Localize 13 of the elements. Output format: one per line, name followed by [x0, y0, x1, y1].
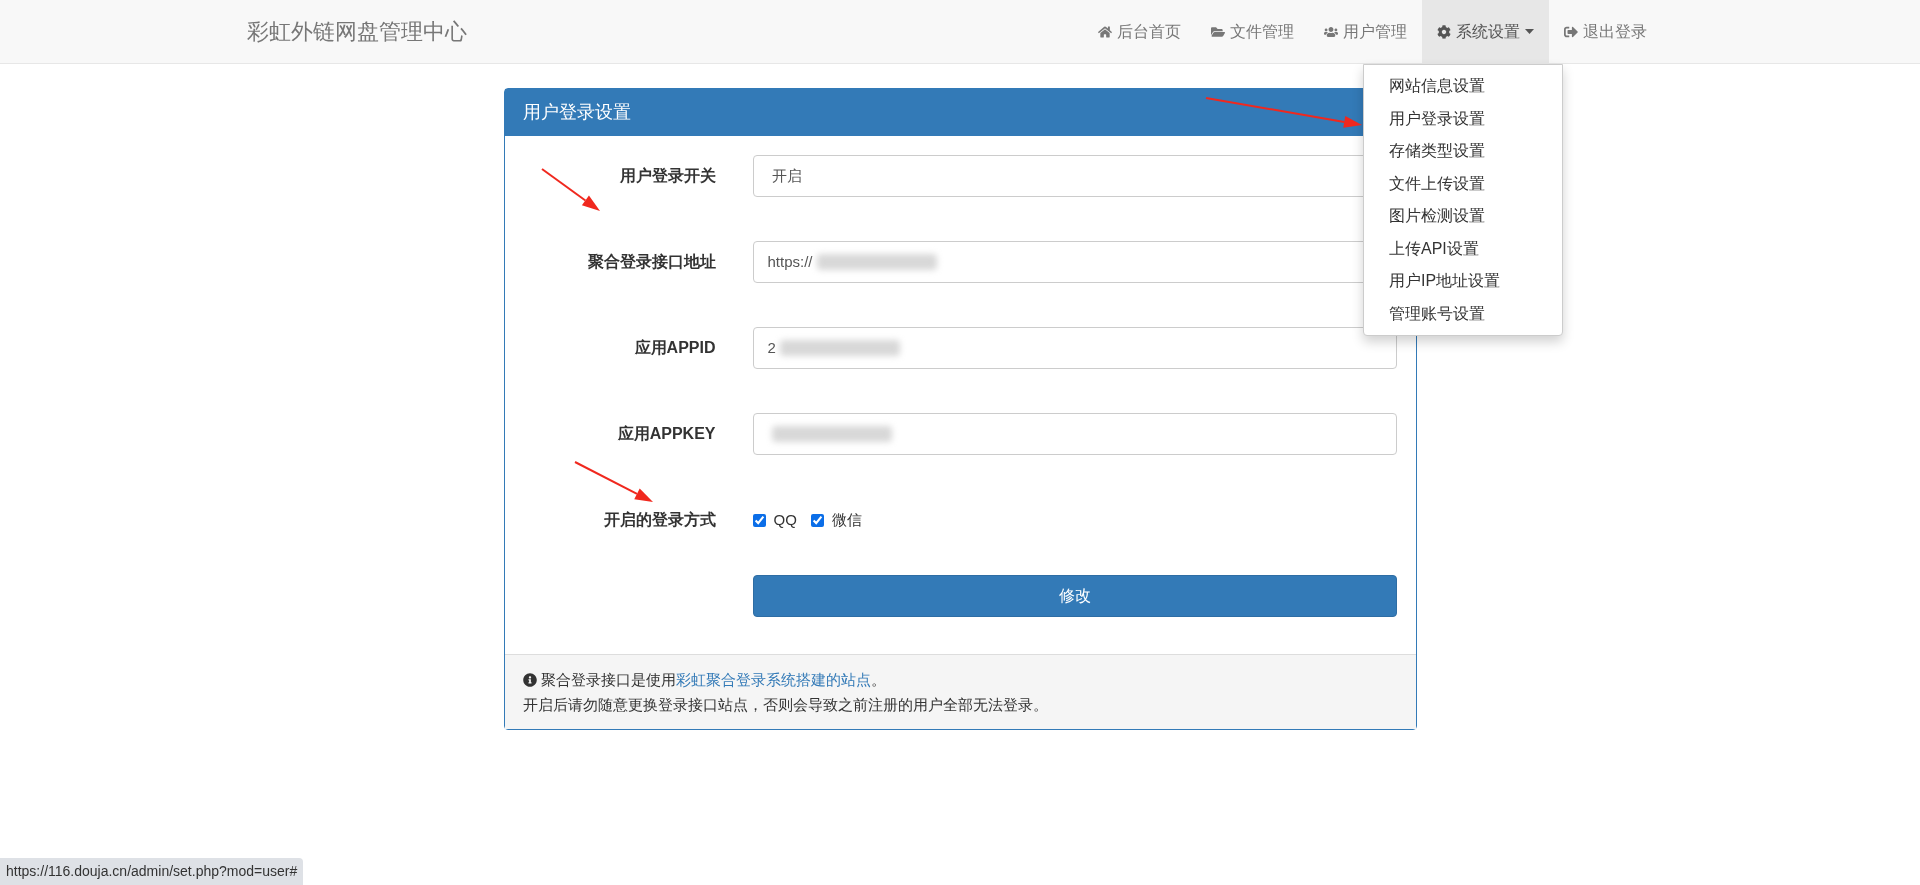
note-text: 聚合登录接口是使用彩虹聚合登录系统搭建的站点。	[540, 670, 886, 690]
field-value: 开启	[770, 165, 802, 186]
field-value: https://	[767, 251, 813, 272]
checkbox-label: QQ	[773, 509, 797, 530]
field-label: 用户登录开关	[618, 166, 716, 186]
field-label: 开启的登录方式	[602, 510, 716, 530]
field-value: 2	[767, 337, 776, 358]
note-text: 开启后请勿随意更换登录接口站点，否则会导致之前注册的用户全部无法登录。	[522, 695, 1049, 715]
field-label: 应用APPKEY	[616, 424, 716, 444]
checkbox-label: 微信	[831, 509, 862, 530]
field-label: 应用APPID	[633, 338, 716, 358]
field-label: 聚合登录接口地址	[586, 252, 716, 272]
status-url: https://116.douja.cn/admin/set.php?mod=user#	[0, 858, 304, 885]
